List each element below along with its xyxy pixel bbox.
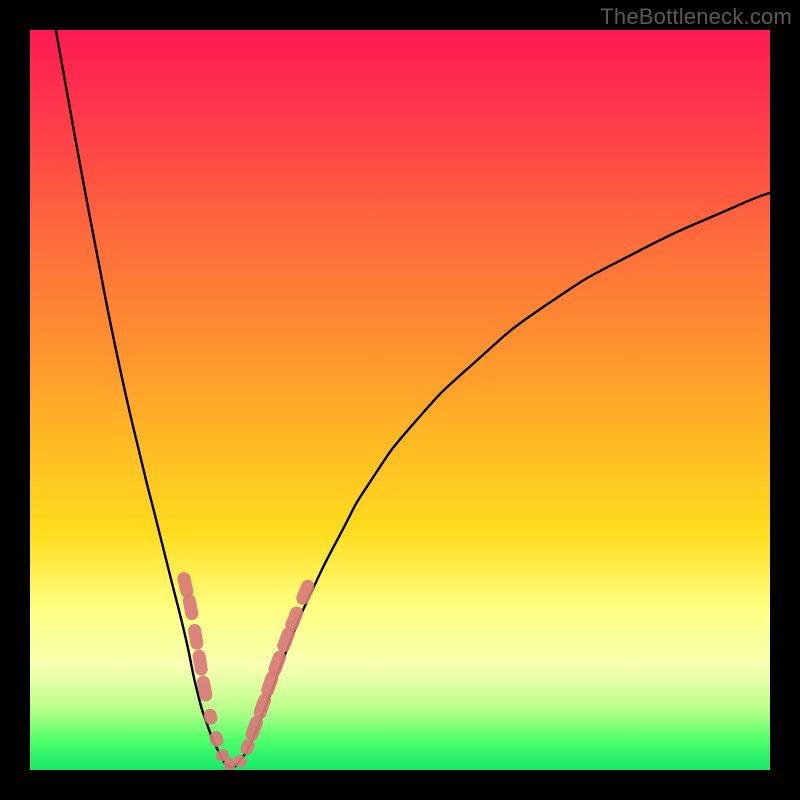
curve-marker <box>202 707 218 726</box>
curve-marker <box>192 649 209 677</box>
curve-marker <box>187 623 204 651</box>
bottleneck-curve <box>56 30 770 767</box>
curve-markers <box>176 571 316 770</box>
watermark-text: TheBottleneck.com <box>600 4 792 30</box>
chart-frame <box>30 30 770 770</box>
plot-area <box>30 30 770 770</box>
curve-layer <box>30 30 770 770</box>
curve-marker <box>294 578 316 607</box>
curve-marker <box>182 593 200 621</box>
